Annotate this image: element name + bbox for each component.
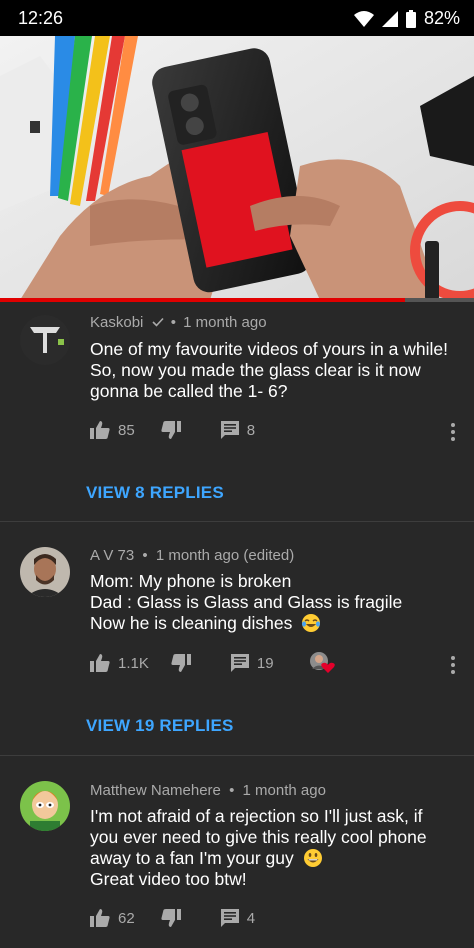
- status-icons: 82%: [353, 8, 460, 29]
- view-replies-button[interactable]: VIEW 19 REPLIES: [86, 716, 234, 736]
- comment-line: I'm not afraid of a rejection so I'll ju…: [90, 806, 423, 826]
- comment-author[interactable]: Matthew Namehere: [90, 782, 221, 799]
- comment-line: away to a fan I'm your guy: [90, 848, 294, 868]
- signal-icon: [381, 10, 398, 27]
- comment-line: you ever need to give this really cool p…: [90, 827, 427, 847]
- comment-line: Dad : Glass is Glass and Glass is fragil…: [90, 592, 403, 612]
- comment-line: gonna be called the 1- 6?: [90, 381, 288, 401]
- status-time: 12:26: [18, 8, 64, 28]
- comment-meta: Kaskobi • 1 month ago: [90, 314, 267, 331]
- comment-line: One of my favourite videos of yours in a…: [90, 339, 448, 359]
- comment-time: 1 month ago (edited): [155, 547, 295, 564]
- comment-meta: Matthew Namehere • 1 month ago: [90, 782, 326, 799]
- more-options-icon[interactable]: [450, 422, 456, 442]
- comment-line: Great video too btw!: [90, 869, 247, 889]
- thumbs-down-icon: [171, 654, 191, 672]
- reply-count: 4: [246, 909, 256, 927]
- comment-icon: [230, 654, 249, 672]
- comment-actions: 85 8: [90, 418, 255, 442]
- verified-check-icon: [151, 317, 164, 327]
- wifi-icon: [353, 10, 374, 27]
- comment-author[interactable]: A V 73: [90, 547, 134, 564]
- comment-actions: 62 4: [90, 906, 255, 930]
- battery-percent: 82%: [423, 8, 460, 28]
- comment-line: Mom: My phone is broken: [90, 571, 292, 591]
- avatar[interactable]: [20, 547, 70, 597]
- avatar-image: [20, 781, 70, 831]
- thumbs-up-icon: [90, 909, 110, 927]
- creator-heart: [308, 651, 336, 675]
- thumbs-down-icon: [161, 909, 181, 927]
- avatar-image: [20, 315, 70, 365]
- like-button[interactable]: 85: [90, 421, 135, 439]
- video-player[interactable]: [0, 36, 474, 300]
- meta-separator: •: [142, 547, 148, 564]
- meta-separator: •: [170, 314, 176, 331]
- reply-count: 19: [256, 654, 274, 672]
- status-bar: 12:26 82%: [0, 0, 474, 36]
- avatar[interactable]: [20, 781, 70, 831]
- reply-button[interactable]: 8: [220, 421, 256, 439]
- video-progress-fill: [0, 298, 406, 302]
- view-replies-button[interactable]: VIEW 8 REPLIES: [86, 483, 224, 503]
- dislike-button[interactable]: [171, 654, 191, 672]
- more-options-icon[interactable]: [450, 655, 456, 675]
- comment-actions: 1.1K 19: [90, 651, 336, 675]
- like-count: 62: [118, 909, 135, 927]
- creator-heart-icon: [309, 652, 335, 673]
- like-count: 1.1K: [118, 654, 149, 672]
- reply-button[interactable]: 19: [230, 654, 274, 672]
- like-count: 85: [118, 421, 135, 439]
- video-progress-bar[interactable]: [0, 298, 474, 302]
- comment-meta: A V 73 • 1 month ago (edited): [90, 547, 294, 564]
- laughing-tears-emoji-icon: [302, 614, 321, 632]
- meta-separator: •: [229, 782, 235, 799]
- divider: [0, 521, 474, 522]
- dislike-button[interactable]: [161, 421, 181, 439]
- battery-icon: [405, 9, 416, 28]
- comment-author[interactable]: Kaskobi: [90, 314, 143, 331]
- like-button[interactable]: 1.1K: [90, 654, 149, 672]
- grinning-emoji-icon: [303, 849, 322, 867]
- comment-text: I'm not afraid of a rejection so I'll ju…: [90, 806, 460, 890]
- comment-time: 1 month ago: [183, 314, 267, 331]
- dislike-button[interactable]: [161, 909, 181, 927]
- comment-line: Now he is cleaning dishes: [90, 613, 293, 633]
- comment-time: 1 month ago: [242, 782, 326, 799]
- divider: [0, 755, 474, 756]
- comment-text: Mom: My phone is broken Dad : Glass is G…: [90, 571, 460, 634]
- comment-icon: [220, 421, 239, 439]
- avatar-image: [20, 547, 70, 597]
- reply-button[interactable]: 4: [220, 909, 256, 927]
- reply-count: 8: [246, 421, 256, 439]
- video-frame: [0, 36, 474, 300]
- thumbs-up-icon: [90, 421, 110, 439]
- comment-icon: [220, 909, 239, 927]
- thumbs-up-icon: [90, 654, 110, 672]
- like-button[interactable]: 62: [90, 909, 135, 927]
- comment-line: So, now you made the glass clear is it n…: [90, 360, 421, 380]
- thumbs-down-icon: [161, 421, 181, 439]
- comment-text: One of my favourite videos of yours in a…: [90, 339, 460, 402]
- avatar[interactable]: [20, 315, 70, 365]
